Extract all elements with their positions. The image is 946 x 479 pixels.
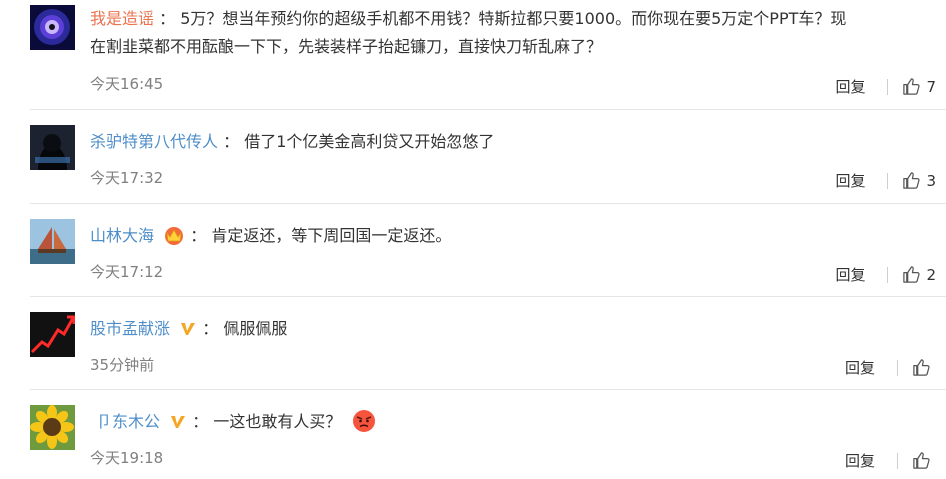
comment-text: 借了1个亿美金高利贷又开始忽悠了 — [244, 132, 495, 151]
timestamp: 今天19:18 — [90, 449, 164, 467]
like-button[interactable]: 7 — [902, 77, 936, 96]
avatar[interactable] — [30, 405, 75, 450]
separator: ： — [190, 226, 207, 245]
reply-button[interactable]: 回复 — [835, 170, 865, 191]
action-divider — [897, 359, 898, 376]
username-link[interactable]: 杀驴特第八代传人 — [90, 132, 218, 151]
timestamp: 今天16:45 — [90, 75, 164, 93]
comment-text-line: 在割韭菜都不用酝酿一下下，先装装样子抬起镰刀，直接快刀斩乱麻了？ — [90, 33, 932, 61]
like-button[interactable]: 2 — [902, 265, 936, 284]
action-divider — [897, 452, 898, 469]
comment-actions: 回复 — [845, 450, 936, 471]
timestamp: 今天17:32 — [90, 169, 164, 187]
comment-text: 5万？想当年预约你的超级手机都不用钱？特斯拉都只要1000。而你现在要5万定个P… — [180, 9, 847, 28]
angry-face-emoji — [352, 409, 376, 442]
like-count: 3 — [926, 171, 936, 190]
timestamp: 35分钟前 — [90, 356, 155, 374]
comment-text: 肯定返还，等下周回国一定返还。 — [211, 226, 452, 245]
like-button[interactable]: 3 — [902, 171, 936, 190]
thumbs-up-icon — [913, 359, 930, 376]
thumbs-up-icon — [903, 172, 921, 189]
comment-text-line: 杀驴特第八代传人 ： 借了1个亿美金高利贷又开始忽悠了 — [90, 128, 932, 156]
comment-item: 我是造谣 ： 5万？想当年预约你的超级手机都不用钱？特斯拉都只要1000。而你现… — [0, 0, 946, 110]
thumbs-up-icon — [903, 78, 921, 95]
comment-actions: 回复 — [845, 357, 936, 378]
action-divider — [887, 172, 889, 189]
comment-actions: 回复 3 — [835, 170, 936, 191]
timestamp: 今天17:12 — [90, 263, 164, 281]
comment-text: 在割韭菜都不用酝酿一下下，先装装样子抬起镰刀，直接快刀斩乱麻了？ — [90, 37, 603, 56]
thumbs-up-icon — [903, 266, 921, 283]
comment-item: 山林大海 ： 肯定返还，等下周回国一定返还。 今天17:12 回复 2 — [0, 204, 946, 297]
comment-item: 杀驴特第八代传人 ： 借了1个亿美金高利贷又开始忽悠了 今天17:32 回复 3 — [0, 110, 946, 204]
comment-text-line: 卩东木公 ： 一这也敢有人买？ — [96, 408, 932, 442]
comment-actions: 回复 7 — [835, 76, 936, 97]
reply-button[interactable]: 回复 — [835, 76, 865, 97]
comment-item: 股市孟献涨 ： 佩服佩服 35分钟前 回复 — [0, 297, 946, 390]
comment-item: 卩东木公 ： 一这也敢有人买？ 今天19:18 回复 — [0, 390, 946, 479]
avatar-sailboat-icon — [30, 219, 75, 264]
separator: ： — [159, 9, 176, 28]
verified-v-icon — [169, 412, 187, 440]
comment-actions: 回复 2 — [835, 264, 936, 285]
like-button[interactable] — [912, 358, 936, 377]
like-count: 7 — [926, 77, 936, 96]
avatar-sunflower-icon — [30, 405, 75, 450]
avatar-stock-chart-icon — [30, 312, 75, 357]
avatar[interactable] — [30, 312, 75, 357]
reply-button[interactable]: 回复 — [845, 450, 875, 471]
separator: ： — [192, 412, 209, 431]
comment-text: 佩服佩服 — [223, 319, 288, 338]
separator: ： — [202, 319, 219, 338]
comment-text-line: 山林大海 ： 肯定返还，等下周回国一定返还。 — [90, 222, 932, 254]
username-link[interactable]: 股市孟献涨 — [90, 319, 170, 338]
comment-list: 我是造谣 ： 5万？想当年预约你的超级手机都不用钱？特斯拉都只要1000。而你现… — [0, 0, 946, 479]
like-count: 2 — [926, 265, 936, 284]
comment-text-line: 我是造谣 ： 5万？想当年预约你的超级手机都不用钱？特斯拉都只要1000。而你现… — [90, 5, 932, 33]
comment-text-line: 股市孟献涨 ： 佩服佩服 — [90, 315, 932, 347]
username-link[interactable]: 山林大海 — [90, 226, 154, 245]
comment-text: 一这也敢有人买？ — [213, 412, 342, 431]
separator: ： — [223, 132, 240, 151]
avatar-hooded-figure-icon — [30, 125, 75, 170]
reply-button[interactable]: 回复 — [845, 357, 875, 378]
avatar[interactable] — [30, 125, 75, 170]
avatar[interactable] — [30, 5, 75, 50]
crown-vip-icon — [163, 225, 185, 254]
username-link[interactable]: 卩东木公 — [96, 412, 160, 431]
action-divider — [887, 266, 889, 283]
thumbs-up-icon — [913, 452, 930, 469]
avatar[interactable] — [30, 219, 75, 264]
avatar-vortex-icon — [30, 5, 75, 50]
reply-button[interactable]: 回复 — [835, 264, 865, 285]
action-divider — [887, 78, 889, 95]
username-link[interactable]: 我是造谣 — [90, 9, 154, 28]
verified-v-icon — [179, 319, 197, 347]
like-button[interactable] — [912, 451, 936, 470]
